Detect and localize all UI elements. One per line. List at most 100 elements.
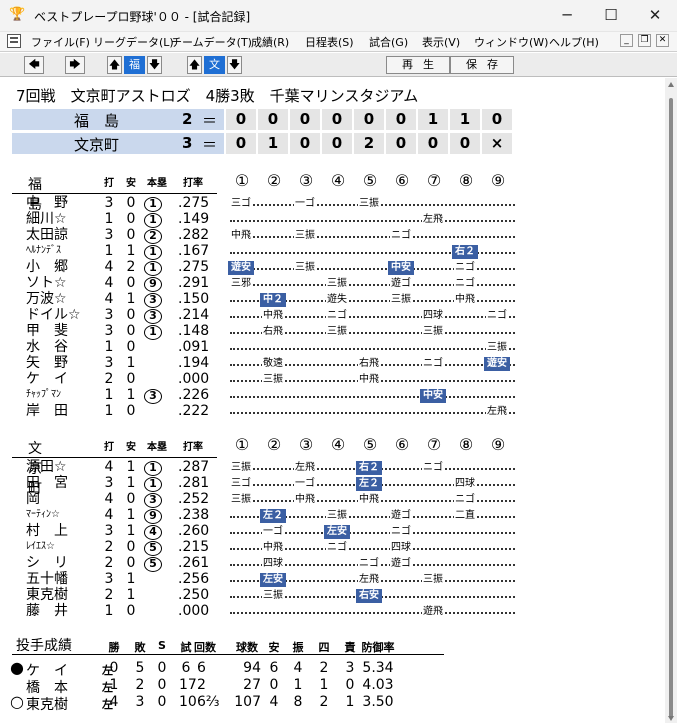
- at-bat-result: 右飛: [358, 357, 380, 371]
- batter-hr: 5: [142, 555, 164, 572]
- batter-row[interactable]: 太田諒 3 0 2 .282 中飛 三振 ニゴ: [12, 227, 532, 244]
- mdi-restore-icon[interactable]: ❐: [638, 34, 651, 47]
- batter-hr: 1: [142, 259, 164, 276]
- menu-help[interactable]: ヘルプ(H): [549, 34, 599, 50]
- inning-score: 1: [258, 133, 288, 154]
- at-bat-result: 三ゴ: [230, 477, 252, 491]
- game-record-panel: 7回戦 文京町アストロズ 4勝3敗 千葉マリンスタジアム 福 島 2 ＝ 0 0 0 0 0 0…: [2, 78, 665, 723]
- pitcher-np: 107: [234, 694, 261, 710]
- batter-hits: 0: [126, 339, 136, 355]
- batter-name: シ リ: [26, 555, 68, 571]
- col-hr: 本塁: [147, 178, 167, 189]
- batter-row[interactable]: ﾏｰﾃｨﾝ☆ 4 1 9 .238 左２ 三振 遊ゴ 二直: [12, 507, 532, 524]
- play-button[interactable]: 再生: [386, 56, 450, 74]
- scroll-up-icon[interactable]: [668, 82, 674, 87]
- at-bat-result: 左飛: [486, 405, 508, 419]
- batter-hr: 3: [142, 387, 164, 404]
- batter-ab: 4: [104, 259, 114, 275]
- pitcher-er: 1: [345, 694, 355, 710]
- toolbar: 🡄 🡆 🡅 福 🡇 🡅 文 🡇 再生 保存: [0, 53, 677, 77]
- batter-hits: 1: [126, 475, 136, 491]
- batter-name: ソト☆: [26, 275, 67, 291]
- col-h: 安: [126, 442, 136, 453]
- vertical-scrollbar[interactable]: [665, 78, 677, 723]
- scroll-down-icon[interactable]: [668, 716, 674, 721]
- menu-view[interactable]: 表示(V): [422, 34, 460, 50]
- save-button[interactable]: 保存: [450, 56, 514, 74]
- pitcher-ip: 6: [197, 660, 206, 676]
- batter-hits: 0: [126, 227, 136, 243]
- batter-row[interactable]: 源田☆ 4 1 1.287 三振 左飛 右２ ニゴ: [12, 459, 532, 476]
- batter-name: 五十幡: [26, 571, 68, 587]
- batter-row[interactable]: 岸 田 1 0 .222 左飛: [12, 403, 532, 419]
- at-bat-result: ニゴ: [454, 261, 476, 275]
- away-up-button[interactable]: 🡅: [107, 56, 122, 74]
- at-bat-result: 三振: [422, 325, 444, 339]
- home-up-button[interactable]: 🡅: [187, 56, 202, 74]
- home-team-toggle[interactable]: 文: [204, 56, 225, 74]
- batter-row[interactable]: 東克樹 2 1 .250 三振 右安: [12, 587, 532, 603]
- at-bat-result: 敬遠: [262, 357, 284, 371]
- menu-team-data[interactable]: チームデータ(T): [171, 34, 252, 50]
- batter-row[interactable]: ﾁｬｯﾌﾟﾏﾝ 1 1 3.226 中安: [12, 387, 532, 404]
- batter-row[interactable]: 岡 4 0 3 .252 三振 中飛 中飛 ニゴ: [12, 491, 532, 508]
- batter-row[interactable]: 藤 井 1 0 .000 遊飛: [12, 603, 532, 619]
- prev-game-button[interactable]: 🡄: [24, 56, 44, 74]
- away-team-toggle[interactable]: 福: [124, 56, 145, 74]
- batter-hits: 0: [126, 539, 136, 555]
- pitcher-row[interactable]: 橋 本左 1 2 0 17 2 27 0 1 1 0 4.03: [2, 677, 452, 696]
- batter-row[interactable]: シ リ 2 0 5 .261 四球 ニゴ 遊ゴ: [12, 555, 532, 572]
- menu-league-data[interactable]: リーグデータ(L): [93, 34, 174, 50]
- batter-row[interactable]: 甲 斐 3 0 1 .148 右飛 三振 三振: [12, 323, 532, 340]
- mdi-close-icon[interactable]: ✕: [656, 34, 669, 47]
- pitching-col-header: 振: [292, 641, 304, 654]
- batter-row[interactable]: ケ イ 2 0 .000 三振 中飛: [12, 371, 532, 387]
- inning-header: ⑨: [490, 435, 506, 454]
- next-game-button[interactable]: 🡆: [65, 56, 85, 74]
- batter-row[interactable]: ﾍﾙﾅﾝﾃﾞｽ 1 1 1.167 右２: [12, 243, 532, 260]
- menu-stats[interactable]: 成績(R): [251, 34, 289, 50]
- batter-row[interactable]: 五十幡 3 1 .256 左安 左飛 三振: [12, 571, 532, 587]
- batter-row[interactable]: ソト☆ 4 0 9 .291 三邪 三振 遊ゴ ニゴ: [12, 275, 532, 292]
- game-info: 7回戦 文京町アストロズ 4勝3敗 千葉マリンスタジアム: [16, 85, 418, 106]
- batter-hits: 0: [126, 555, 136, 571]
- batter-row[interactable]: 細川☆ 1 0 1 .149 左飛: [12, 211, 532, 228]
- batter-row[interactable]: 中 野 3 0 1 .275 三ゴ 一ゴ 三振: [12, 195, 532, 212]
- mdi-minimize-icon[interactable]: _: [620, 34, 633, 47]
- menu-file[interactable]: ファイル(F): [31, 34, 90, 50]
- batter-avg: .091: [178, 339, 210, 355]
- batter-hits: 0: [126, 403, 136, 419]
- close-button[interactable]: ✕: [633, 0, 677, 32]
- batter-name: 村 上: [26, 523, 68, 539]
- batter-row[interactable]: 田 宮 3 1 1.281 三ゴ 一ゴ 左２ 四球: [12, 475, 532, 492]
- batter-row[interactable]: 村 上 3 1 4 .260 一ゴ 左安 ニゴ: [12, 523, 532, 540]
- batter-ab: 1: [104, 403, 114, 419]
- scroll-thumb[interactable]: [669, 98, 673, 718]
- pitcher-row[interactable]: ● ケ イ左 0 5 0 6 6 94 6 4 2 3 5.34: [2, 658, 452, 679]
- batter-hits: 1: [126, 523, 136, 539]
- pitching-col-header: 四: [318, 641, 330, 654]
- batter-row[interactable]: 水 谷 1 0 .091 三振: [12, 339, 532, 355]
- batter-row[interactable]: 小 郷 4 2 1 .275 遊安 三振 中安 ニゴ: [12, 259, 532, 276]
- home-down-button[interactable]: 🡇: [227, 56, 242, 74]
- at-bat-result: 三振: [262, 373, 284, 387]
- menu-window[interactable]: ウィンドウ(W): [474, 34, 548, 50]
- batter-row[interactable]: ﾚｲｴｽ☆ 2 0 5 .215 中飛 ニゴ 四球: [12, 539, 532, 556]
- batter-row[interactable]: ドイル☆ 3 0 3 .214 中飛 ニゴ 四球 ニゴ: [12, 307, 532, 324]
- away-down-button[interactable]: 🡇: [147, 56, 162, 74]
- pitcher-row[interactable]: ○ 東克樹左 4 3 0 10 6⅔ 107 4 8 2 1 3.50: [2, 692, 452, 713]
- batter-name: 水 谷: [26, 339, 68, 355]
- inning-header: ④: [330, 435, 346, 454]
- batter-row[interactable]: 万波☆ 4 1 3 .150 中２ 遊失 三振 中飛: [12, 291, 532, 308]
- at-bat-result: ニゴ: [486, 309, 508, 323]
- menu-schedule[interactable]: 日程表(S): [305, 34, 354, 50]
- maximize-button[interactable]: ☐: [589, 0, 633, 32]
- pitcher-ip: 6⅔: [197, 694, 220, 710]
- hit-result: 左安: [260, 573, 286, 587]
- batter-hr-value: 1: [144, 213, 162, 228]
- minimize-button[interactable]: ─: [545, 0, 589, 32]
- batter-hr-value: 1: [144, 325, 162, 340]
- menu-game[interactable]: 試合(G): [369, 34, 408, 50]
- batter-ab: 2: [104, 539, 114, 555]
- batter-row[interactable]: 矢 野 3 1 .194 敬遠 右飛 ニゴ 遊安: [12, 355, 532, 371]
